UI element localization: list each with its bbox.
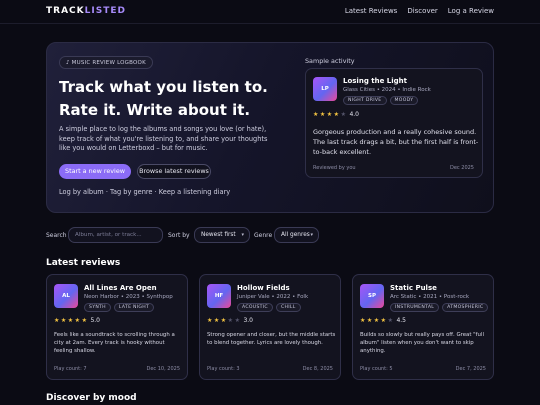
logbook-chip: ♪ MUSIC REVIEW LOGBOOK	[59, 56, 153, 69]
star-rating: ★ ★ ★ ★ ★ 4.5	[360, 317, 406, 324]
tag: CHILL	[275, 303, 301, 312]
start-review-button[interactable]: Start a new review	[59, 164, 131, 179]
star-icon: ★	[313, 111, 319, 118]
review-text: Builds so slowly but really pays off. Gr…	[360, 332, 484, 354]
brand-logo[interactable]: TRACKLISTED	[46, 6, 126, 16]
tag-list: INSTRUMENTAL ATMOSPHERIC	[390, 303, 489, 312]
reviewer: Reviewed by you	[313, 165, 356, 171]
main-nav: Latest Reviews Discover Log a Review	[345, 7, 494, 15]
tag: MOODY	[389, 96, 419, 105]
search-input[interactable]	[68, 227, 163, 243]
rating-value: 4.5	[396, 317, 406, 324]
star-rating: ★ ★ ★ ★ ★ 4.0	[313, 111, 359, 118]
tag: SYNTH	[84, 303, 111, 312]
album-meta: Juniper Vale • 2022 • Folk	[237, 294, 309, 300]
star-icon: ★	[234, 317, 240, 324]
top-bar: TRACKLISTED Latest Reviews Discover Log …	[0, 0, 540, 24]
album-cover: LP	[313, 77, 337, 101]
star-rating: ★ ★ ★ ★ ★ 3.0	[207, 317, 253, 324]
play-count: Play count: 7	[54, 366, 87, 372]
review-card[interactable]: HF Hollow Fields Juniper Vale • 2022 • F…	[199, 274, 341, 380]
genre-label: Genre	[254, 232, 273, 239]
review-text: Strong opener and closer, but the middle…	[207, 332, 336, 346]
album-title: All Lines Are Open	[84, 284, 157, 292]
sample-review-card[interactable]: LP Losing the Light Glass Cities • 2024 …	[305, 68, 483, 178]
album-cover: SP	[360, 284, 384, 308]
star-icon: ★	[387, 317, 393, 324]
tag: LATE NIGHT	[113, 303, 155, 312]
album-meta: Neon Harbor • 2023 • Synthpop	[84, 294, 173, 300]
star-icon: ★	[60, 317, 67, 324]
sort-label: Sort by	[168, 232, 190, 239]
star-icon: ★	[333, 111, 340, 118]
sort-value: Newest first	[201, 232, 236, 238]
rating-value: 5.0	[90, 317, 100, 324]
review-text: Gorgeous production and a really cohesiv…	[313, 128, 479, 156]
star-icon: ★	[74, 317, 81, 324]
review-date: Dec 2025	[450, 165, 474, 171]
nav-latest-reviews[interactable]: Latest Reviews	[345, 7, 397, 15]
chevron-down-icon: ▾	[241, 232, 244, 238]
star-icon: ★	[227, 317, 234, 324]
tag-list: SYNTH LATE NIGHT	[84, 303, 155, 312]
tag-list: ACOUSTIC CHILL	[237, 303, 301, 312]
star-rating: ★ ★ ★ ★ ★ 5.0	[54, 317, 100, 324]
sample-activity-label: Sample activity	[305, 57, 355, 65]
star-icon: ★	[81, 317, 87, 324]
review-card[interactable]: AL All Lines Are Open Neon Harbor • 2023…	[46, 274, 188, 380]
star-icon: ★	[326, 111, 333, 118]
review-date: Dec 8, 2025	[302, 366, 333, 372]
brand-text-a: TRACK	[46, 6, 85, 16]
rating-value: 4.0	[349, 111, 359, 118]
star-icon: ★	[207, 317, 213, 324]
star-icon: ★	[319, 111, 326, 118]
latest-reviews-heading: Latest reviews	[46, 258, 121, 268]
tag: ATMOSPHERIC	[442, 303, 489, 312]
album-title: Losing the Light	[343, 77, 407, 85]
star-icon: ★	[373, 317, 380, 324]
discover-mood-heading: Discover by mood	[46, 393, 137, 403]
nav-log-review[interactable]: Log a Review	[448, 7, 494, 15]
tag[interactable]: NIGHT DRIVE	[343, 96, 387, 105]
star-icon: ★	[213, 317, 220, 324]
chevron-down-icon: ▾	[310, 232, 313, 238]
hero-panel: ♪ MUSIC REVIEW LOGBOOK Track what you li…	[46, 42, 494, 213]
tag-list: NIGHT DRIVE MOODY	[343, 96, 419, 105]
hero-features: Log by album · Tag by genre · Keep a lis…	[59, 188, 231, 196]
review-date: Dec 10, 2025	[146, 366, 180, 372]
star-icon: ★	[220, 317, 227, 324]
tag: ACOUSTIC	[237, 303, 273, 312]
genre-value: All genres	[281, 232, 310, 238]
album-meta: Arc Static • 2021 • Post-rock	[390, 294, 470, 300]
review-card[interactable]: SP Static Pulse Arc Static • 2021 • Post…	[352, 274, 494, 380]
star-icon: ★	[67, 317, 74, 324]
album-cover: HF	[207, 284, 231, 308]
play-count: Play count: 5	[360, 366, 393, 372]
star-icon: ★	[340, 111, 346, 118]
album-title: Static Pulse	[390, 284, 437, 292]
album-meta: Glass Cities • 2024 • Indie Rock	[343, 87, 431, 93]
rating-value: 3.0	[243, 317, 253, 324]
brand-text-b: LISTED	[84, 6, 126, 16]
star-icon: ★	[380, 317, 387, 324]
nav-discover[interactable]: Discover	[407, 7, 437, 15]
genre-select[interactable]: All genres ▾	[274, 227, 319, 243]
album-title: Hollow Fields	[237, 284, 290, 292]
search-label: Search	[46, 232, 67, 239]
tag: INSTRUMENTAL	[390, 303, 440, 312]
star-icon: ★	[366, 317, 373, 324]
sort-select[interactable]: Newest first ▾	[194, 227, 250, 243]
star-icon: ★	[360, 317, 366, 324]
star-icon: ★	[54, 317, 60, 324]
album-cover: AL	[54, 284, 78, 308]
hero-title: Track what you listen to. Rate it. Write…	[59, 78, 268, 119]
hero-description: A simple place to log the albums and son…	[59, 125, 268, 152]
browse-reviews-button[interactable]: Browse latest reviews	[137, 164, 211, 179]
filter-bar: Search Sort by Newest first ▾ Genre All …	[46, 227, 346, 243]
play-count: Play count: 3	[207, 366, 240, 372]
review-date: Dec 7, 2025	[455, 366, 486, 372]
review-text: Feels like a soundtrack to scrolling thr…	[54, 332, 175, 354]
